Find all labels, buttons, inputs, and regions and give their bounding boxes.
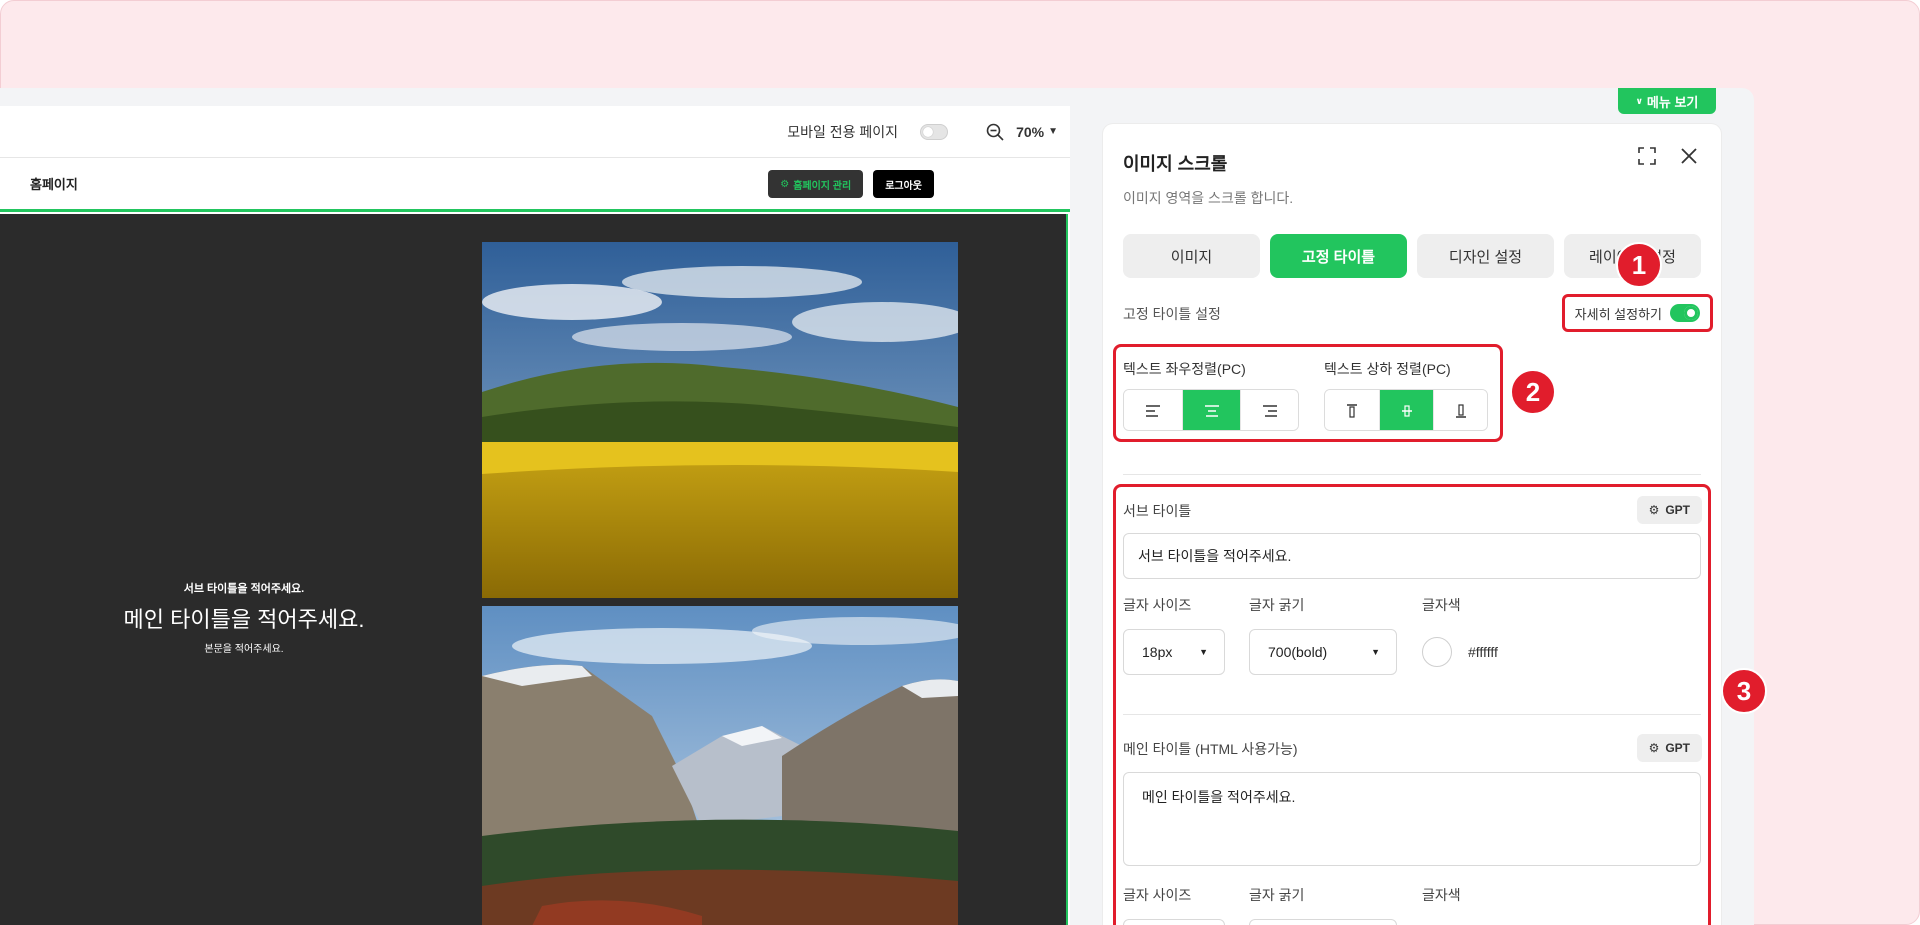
main-font-size-label: 글자 사이즈 (1123, 887, 1192, 903)
horizontal-align-group: 텍스트 좌우정렬(PC) (1123, 359, 1299, 431)
settings-icon: ⚙ (780, 178, 790, 190)
vertical-align-label: 텍스트 상하 정렬(PC) (1324, 361, 1451, 377)
detail-settings-label: 자세히 설정하기 (1574, 306, 1662, 322)
mountain-valley-image (482, 606, 958, 925)
align-left-icon (1146, 405, 1160, 417)
divider (1123, 474, 1701, 475)
zoom-control[interactable]: 70% ▼ (986, 123, 1058, 141)
align-top-button[interactable] (1325, 390, 1379, 430)
sub-title-input[interactable]: 서브 타이틀을 적어주세요. (1123, 533, 1701, 579)
marker-1: 1 (1616, 242, 1662, 288)
main-title-label: 메인 타이틀 (HTML 사용가능) (1123, 741, 1298, 757)
hero-text: 서브 타이틀을 적어주세요. 메인 타이틀을 적어주세요. 본문을 적어주세요. (120, 580, 368, 655)
mobile-only-label: 모바일 전용 페이지 (787, 123, 899, 140)
gpt-icon: ⚙ (1648, 741, 1660, 755)
site-title: 홈페이지 (30, 177, 78, 192)
gpt-icon: ⚙ (1648, 503, 1660, 517)
panel-description: 이미지 영역을 스크롤 합니다. (1123, 190, 1294, 206)
homepage-manage-label: 홈페이지 관리 (793, 180, 852, 192)
preview-toolbar: 모바일 전용 페이지 70% ▼ (0, 106, 1070, 158)
site-header: 홈페이지 ⚙ 홈페이지 관리 로그아웃 (0, 158, 1070, 212)
image-scroll-section: 서브 타이틀을 적어주세요. 메인 타이틀을 적어주세요. 본문을 적어주세요. (0, 214, 1068, 925)
gpt-label: GPT (1665, 741, 1690, 755)
zoom-value[interactable]: 70% (1016, 124, 1044, 140)
panel-title: 이미지 스크롤 (1123, 154, 1228, 174)
page-preview: 모바일 전용 페이지 70% ▼ 홈페이지 ⚙ 홈페이지 관리 로그아웃 서브 … (0, 106, 1070, 925)
sub-font-weight-label: 글자 굵기 (1249, 597, 1305, 613)
sub-title-label: 서브 타이틀 (1123, 503, 1192, 519)
gpt-label: GPT (1665, 503, 1690, 517)
main-title-textarea[interactable]: 메인 타이틀을 적어주세요. (1123, 772, 1701, 866)
rapeseed-field-image (482, 242, 958, 598)
alignment-settings: 텍스트 좌우정렬(PC) 텍스트 상하 정렬(PC) (1113, 344, 1503, 442)
section-label: 고정 타이틀 설정 (1123, 306, 1221, 322)
align-center-icon (1204, 405, 1219, 417)
chevron-down-icon[interactable]: ▼ (1048, 126, 1058, 137)
tab-image[interactable]: 이미지 (1123, 234, 1260, 278)
mobile-only-toggle[interactable] (920, 123, 949, 140)
chevron-down-icon: ∨ (1635, 95, 1643, 106)
menu-toggle-label: 메뉴 보기 (1646, 94, 1699, 110)
title-fields: 서브 타이틀 ⚙ GPT 서브 타이틀을 적어주세요. 글자 사이즈 글자 굵기… (1113, 484, 1711, 925)
marker-3: 3 (1721, 668, 1767, 714)
divider (1123, 714, 1701, 715)
tab-design-settings[interactable]: 디자인 설정 (1417, 234, 1554, 278)
align-left-button[interactable] (1124, 390, 1182, 430)
align-top-icon (1347, 404, 1357, 418)
main-font-weight-select[interactable] (1249, 919, 1397, 925)
sub-font-weight-select[interactable]: 700(bold) ▼ (1249, 629, 1397, 675)
marker-2: 2 (1510, 369, 1556, 415)
vertical-align-group: 텍스트 상하 정렬(PC) (1324, 359, 1488, 431)
sub-color-value: #ffffff (1468, 644, 1498, 660)
sub-font-size-value: 18px (1142, 644, 1173, 660)
panel-tabs: 이미지 고정 타이틀 디자인 설정 레이아웃 설정 (1123, 234, 1701, 278)
sub-color-swatch[interactable] (1422, 637, 1452, 667)
main-title-gpt-button[interactable]: ⚙ GPT (1636, 734, 1702, 762)
horizontal-align-label: 텍스트 좌우정렬(PC) (1123, 361, 1246, 377)
main-font-weight-label: 글자 굵기 (1249, 887, 1305, 903)
align-right-button[interactable] (1240, 390, 1298, 430)
align-middle-button[interactable] (1379, 390, 1433, 430)
detail-settings-toggle[interactable]: 자세히 설정하기 (1561, 294, 1713, 332)
menu-toggle-tab[interactable]: ∨ 메뉴 보기 (1618, 88, 1716, 114)
align-center-button[interactable] (1182, 390, 1240, 430)
logout-label: 로그아웃 (885, 180, 922, 192)
fullscreen-icon[interactable] (1637, 146, 1657, 166)
align-bottom-button[interactable] (1433, 390, 1487, 430)
sub-font-weight-value: 700(bold) (1268, 644, 1328, 660)
close-icon[interactable] (1679, 146, 1699, 166)
sub-font-size-label: 글자 사이즈 (1123, 597, 1192, 613)
main-color-label: 글자색 (1422, 887, 1461, 903)
zoom-out-icon[interactable] (986, 123, 1004, 141)
detail-settings-switch[interactable] (1670, 304, 1700, 322)
sub-title-gpt-button[interactable]: ⚙ GPT (1636, 496, 1702, 524)
align-bottom-icon (1455, 404, 1466, 418)
tab-fixed-title[interactable]: 고정 타이틀 (1270, 234, 1407, 278)
hero-body-text: 본문을 적어주세요. (204, 644, 284, 655)
caret-down-icon: ▼ (1371, 647, 1380, 657)
logout-button[interactable]: 로그아웃 (873, 170, 934, 198)
homepage-manage-button[interactable]: ⚙ 홈페이지 관리 (768, 170, 864, 198)
hero-main-title: 메인 타이틀을 적어주세요. (123, 607, 365, 632)
sub-color-label: 글자색 (1422, 597, 1461, 613)
caret-down-icon: ▼ (1199, 647, 1208, 657)
sub-font-size-select[interactable]: 18px ▼ (1123, 629, 1225, 675)
main-font-size-select[interactable] (1123, 919, 1225, 925)
align-right-icon (1262, 405, 1277, 417)
align-middle-icon (1401, 405, 1412, 417)
hero-sub-title: 서브 타이틀을 적어주세요. (183, 583, 305, 595)
